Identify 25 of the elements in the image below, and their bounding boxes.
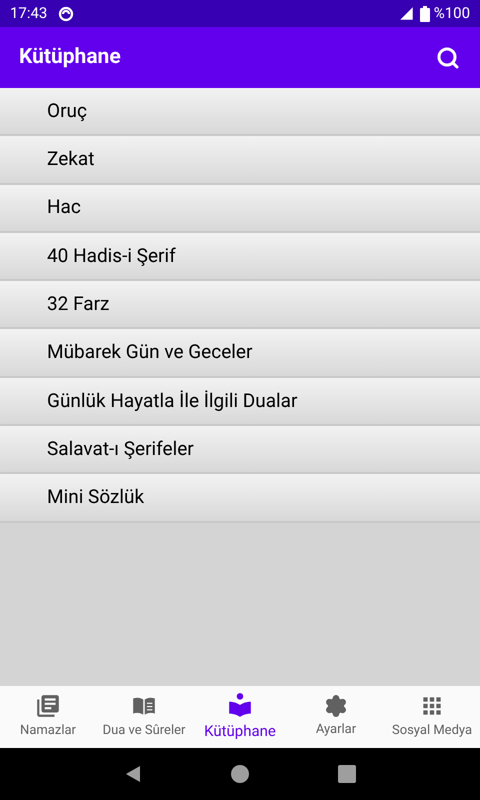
battery-icon xyxy=(420,6,430,22)
list-item[interactable]: Mini Sözlük xyxy=(0,474,480,523)
battery-percent: %100 xyxy=(434,3,470,24)
nav-tab[interactable]: Kütüphane xyxy=(192,686,288,748)
recents-icon[interactable] xyxy=(338,765,356,783)
list-item[interactable]: Zekat xyxy=(0,136,480,185)
list-item[interactable]: Salavat-ı Şerifeler xyxy=(0,426,480,474)
list-item[interactable]: Günlük Hayatla İle İlgili Dualar xyxy=(0,378,480,426)
reader-icon xyxy=(227,692,253,718)
nav-tab[interactable]: Namazlar xyxy=(0,686,96,748)
sync-icon xyxy=(57,4,76,22)
list-item[interactable]: Hac xyxy=(0,184,480,233)
articles-icon xyxy=(35,693,61,720)
list-item[interactable]: 40 Hadis-i Şerif xyxy=(0,232,480,282)
signal-icon xyxy=(398,6,414,21)
home-icon[interactable] xyxy=(230,765,249,783)
nav-tab[interactable]: Ayarlar xyxy=(288,686,384,748)
list-item[interactable]: 32 Farz xyxy=(0,281,480,330)
list-item[interactable]: Oruç xyxy=(0,88,480,136)
nav-tab[interactable]: Sosyal Medya xyxy=(384,686,480,748)
nav-tab[interactable]: Dua ve Sûreler xyxy=(96,686,192,748)
list-item[interactable]: Mübarek Gün ve Geceler xyxy=(0,329,480,378)
app-bar-title: Kütüphane xyxy=(19,44,122,71)
status-time: 17:43 xyxy=(10,3,48,24)
back-icon[interactable] xyxy=(124,765,142,783)
